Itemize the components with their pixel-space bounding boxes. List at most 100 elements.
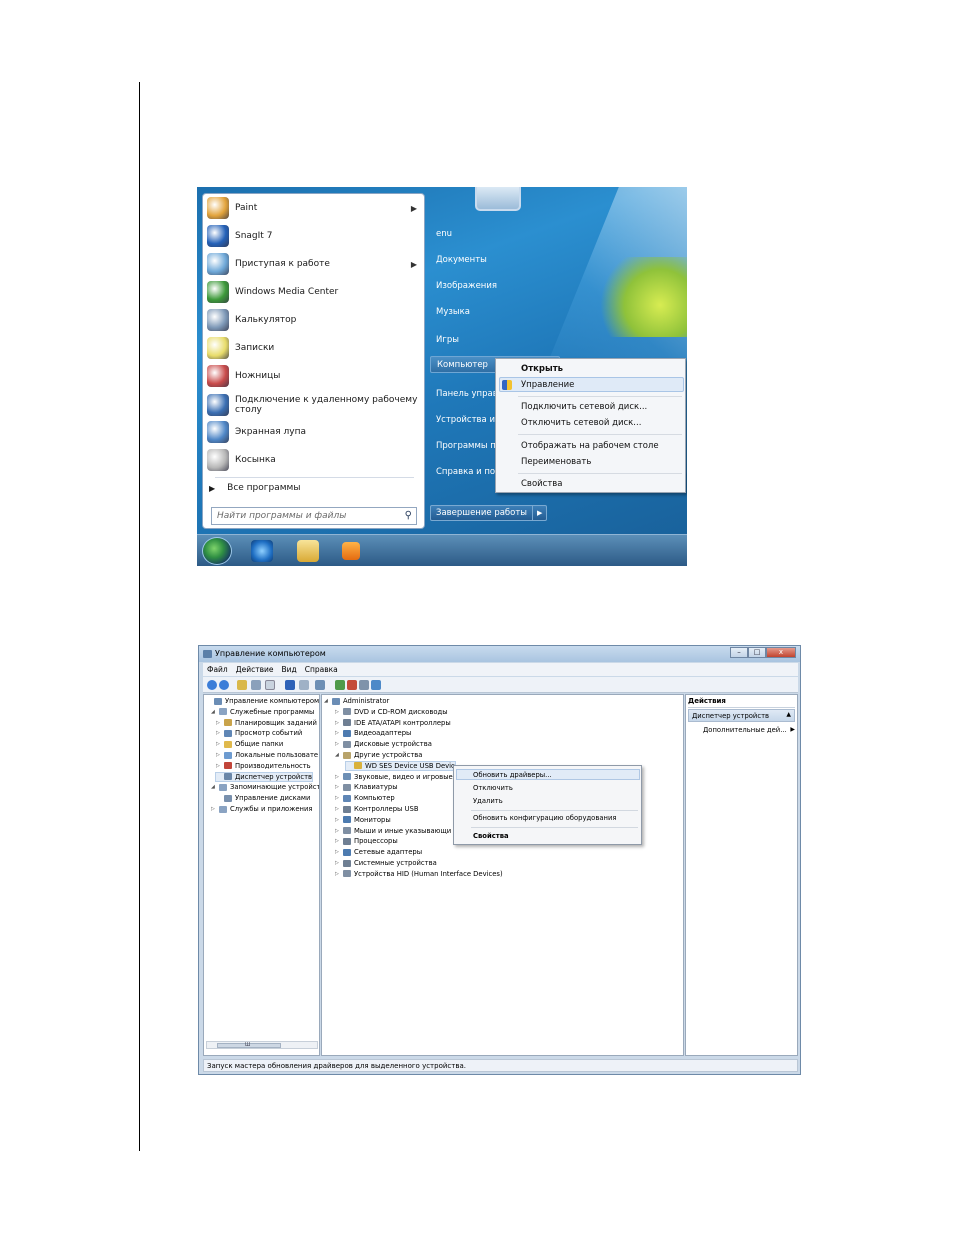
tree-item[interactable]: ▷ Производительность <box>216 762 311 770</box>
tree-item[interactable]: ▷ Мыши и иные указывающи <box>335 827 451 835</box>
tree-item[interactable]: ▷ Процессоры <box>335 837 398 845</box>
expand-toggle-icon[interactable]: ▷ <box>335 806 343 812</box>
tree-item[interactable]: ▷ Сетевые адаптеры <box>335 848 422 856</box>
uninstall-icon[interactable] <box>347 680 357 690</box>
menu-file[interactable]: Файл <box>207 665 228 674</box>
tree-item[interactable]: ▷ Локальные пользовате <box>216 751 318 759</box>
program-item[interactable]: Косынка <box>207 447 421 473</box>
tree-item[interactable]: WD SES Device USB Devic <box>345 760 456 771</box>
tree-item[interactable]: ▷ Клавиатуры <box>335 783 398 791</box>
program-item[interactable]: Калькулятор <box>207 307 421 333</box>
expand-toggle-icon[interactable]: ▷ <box>216 741 224 747</box>
forward-icon[interactable] <box>219 680 229 690</box>
all-programs-item[interactable]: ▶ Все программы <box>209 483 399 493</box>
tree-item[interactable]: ▷ Мониторы <box>335 816 391 824</box>
tree-item[interactable]: Управление дисками <box>216 794 310 802</box>
expand-toggle-icon[interactable]: ▷ <box>335 709 343 715</box>
tree-item[interactable]: ▷ Службы и приложения <box>211 805 312 813</box>
tree-item[interactable]: ▷ Дисковые устройства <box>335 740 432 748</box>
shutdown-button[interactable]: Завершение работы ▶ <box>430 505 548 521</box>
tree-item[interactable]: ▷ Просмотр событий <box>216 729 302 737</box>
expand-toggle-icon[interactable]: ▷ <box>335 860 343 866</box>
tree-item[interactable]: ▷ Контроллеры USB <box>335 805 419 813</box>
horizontal-scrollbar[interactable]: Ш <box>206 1041 318 1049</box>
expand-toggle-icon[interactable]: ▷ <box>335 720 343 726</box>
tree-item[interactable]: ▷ Системные устройства <box>335 859 437 867</box>
minimize-icon[interactable]: – <box>730 647 748 658</box>
tree-item[interactable]: ◢ Другие устройства <box>335 751 422 759</box>
expand-toggle-icon[interactable]: ◢ <box>211 709 219 715</box>
actions-section-device-manager[interactable]: Диспетчер устройств ▲ <box>688 709 795 722</box>
tree-item[interactable]: ◢ Служебные программы <box>211 708 314 716</box>
tree-item[interactable]: ◢ Administrator <box>324 697 389 705</box>
control-panel-item[interactable]: Панель управ <box>436 389 498 399</box>
menu-item-rename[interactable]: Переименовать <box>521 457 591 467</box>
start-orb-icon[interactable] <box>202 537 232 565</box>
tree-item[interactable]: ▷ IDE ATA/ATAPI контроллеры <box>335 719 451 727</box>
folder-icon[interactable] <box>297 540 319 562</box>
expand-toggle-icon[interactable]: ▷ <box>216 720 224 726</box>
expand-toggle-icon[interactable]: ▷ <box>335 871 343 877</box>
tree-item[interactable]: ▷ Звуковые, видео и игровые <box>335 773 453 781</box>
program-item[interactable]: Windows Media Center <box>207 279 421 305</box>
show-hide-tree-icon[interactable] <box>251 680 261 690</box>
expand-toggle-icon[interactable]: ◢ <box>335 752 343 758</box>
view-icon[interactable] <box>299 680 309 690</box>
menu-item-scan-hardware[interactable]: Обновить конфигурацию оборудования <box>473 814 616 822</box>
expand-toggle-icon[interactable]: ▷ <box>335 741 343 747</box>
expand-toggle-icon[interactable]: ▷ <box>335 817 343 823</box>
maximize-icon[interactable]: □ <box>748 647 766 658</box>
expand-toggle-icon[interactable]: ▷ <box>335 784 343 790</box>
shutdown-options-arrow-icon[interactable]: ▶ <box>533 505 548 521</box>
expand-toggle-icon[interactable]: ▷ <box>335 774 343 780</box>
properties-icon[interactable] <box>265 680 275 690</box>
update-driver-icon[interactable] <box>335 680 345 690</box>
program-item[interactable]: Приступая к работе ▶ <box>207 251 421 277</box>
documents-item[interactable]: Документы <box>436 255 487 265</box>
disable-icon[interactable] <box>359 680 369 690</box>
scan-hardware-icon[interactable] <box>315 680 325 690</box>
user-folder-item[interactable]: enu <box>436 229 452 239</box>
menu-item-open[interactable]: Открыть <box>521 364 563 374</box>
program-item[interactable]: Записки <box>207 335 421 361</box>
tree-item[interactable]: ▷ Устройства HID (Human Interface Devices… <box>335 870 503 878</box>
menu-item-disconnect-drive[interactable]: Отключить сетевой диск... <box>521 418 641 428</box>
program-item[interactable]: Ножницы <box>207 363 421 389</box>
tree-item[interactable]: ▷ Видеоадаптеры <box>335 729 411 737</box>
menu-item-uninstall[interactable]: Удалить <box>473 797 503 805</box>
expand-toggle-icon[interactable]: ▷ <box>335 849 343 855</box>
enable-icon[interactable] <box>371 680 381 690</box>
expand-toggle-icon[interactable]: ▷ <box>335 838 343 844</box>
expand-toggle-icon[interactable]: ▷ <box>335 828 343 834</box>
menu-view[interactable]: Вид <box>281 665 296 674</box>
expand-toggle-icon[interactable]: ◢ <box>211 784 219 790</box>
program-item[interactable]: Paint ▶ <box>207 195 421 221</box>
menu-item-update-driver[interactable]: Обновить драйверы... <box>473 771 552 779</box>
tree-item[interactable]: ▷ DVD и CD-ROM дисководы <box>335 708 448 716</box>
program-item[interactable]: Экранная лупа <box>207 419 421 445</box>
devices-item[interactable]: Устройства и п <box>436 415 503 425</box>
tree-item[interactable]: Управление компьютером (л <box>206 697 319 705</box>
tree-item[interactable]: ◢ Запоминающие устройст <box>211 783 319 791</box>
expand-toggle-icon[interactable]: ▷ <box>216 730 224 736</box>
expand-toggle-icon[interactable]: ▷ <box>211 806 219 812</box>
music-item[interactable]: Музыка <box>436 307 470 317</box>
tree-item[interactable]: ▷ Планировщик заданий <box>216 719 317 727</box>
help-item[interactable]: Справка и под <box>436 467 501 477</box>
tree-item[interactable]: Диспетчер устройств <box>214 771 314 782</box>
games-item[interactable]: Игры <box>436 335 459 345</box>
internet-explorer-icon[interactable] <box>251 540 273 562</box>
menu-item-properties[interactable]: Свойства <box>521 479 563 489</box>
menu-item-properties[interactable]: Свойства <box>473 832 509 840</box>
tree-item[interactable]: ▷ Общие папки <box>216 740 283 748</box>
back-icon[interactable] <box>207 680 217 690</box>
expand-toggle-icon[interactable]: ▷ <box>335 730 343 736</box>
media-player-icon[interactable] <box>342 542 360 560</box>
search-input[interactable]: Найти программы и файлы ⚲ <box>211 507 417 525</box>
collapse-up-icon[interactable]: ▲ <box>786 711 791 718</box>
tree-item[interactable]: ▷ Компьютер <box>335 794 395 802</box>
help-icon[interactable] <box>285 680 295 690</box>
menu-item-show-on-desktop[interactable]: Отображать на рабочем столе <box>521 441 659 451</box>
expand-toggle-icon[interactable]: ▷ <box>216 763 224 769</box>
default-programs-item[interactable]: Программы п <box>436 441 496 451</box>
